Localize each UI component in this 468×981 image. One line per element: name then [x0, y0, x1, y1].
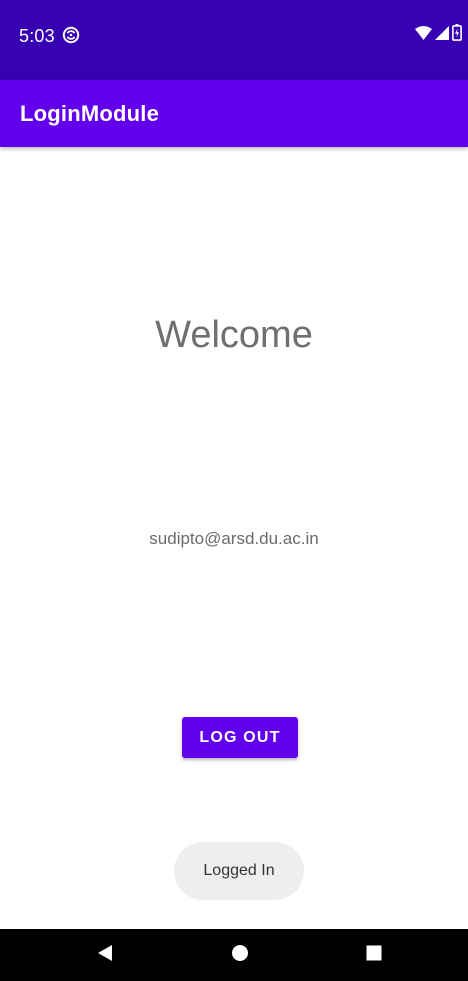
status-icons	[415, 24, 462, 46]
status-bar: 5:03	[0, 0, 468, 80]
welcome-heading: Welcome	[155, 314, 313, 356]
home-button[interactable]	[210, 929, 270, 981]
toast-text: Logged In	[203, 862, 275, 879]
wifi-icon	[415, 25, 432, 45]
recents-button[interactable]	[344, 929, 404, 981]
user-email: sudipto@arsd.du.ac.in	[149, 529, 319, 548]
app-title: LoginModule	[20, 101, 160, 126]
logout-button[interactable]: LOG OUT	[182, 717, 298, 758]
home-icon	[231, 944, 249, 967]
status-time: 5:03	[19, 26, 55, 46]
signal-icon	[435, 25, 449, 45]
sync-icon	[62, 26, 80, 44]
battery-icon	[452, 24, 462, 46]
navigation-bar	[0, 929, 468, 981]
recents-icon	[366, 945, 382, 966]
toast-message: Logged In	[174, 842, 304, 900]
app-bar: LoginModule	[0, 80, 468, 147]
back-icon	[97, 944, 113, 967]
back-button[interactable]	[75, 929, 135, 981]
